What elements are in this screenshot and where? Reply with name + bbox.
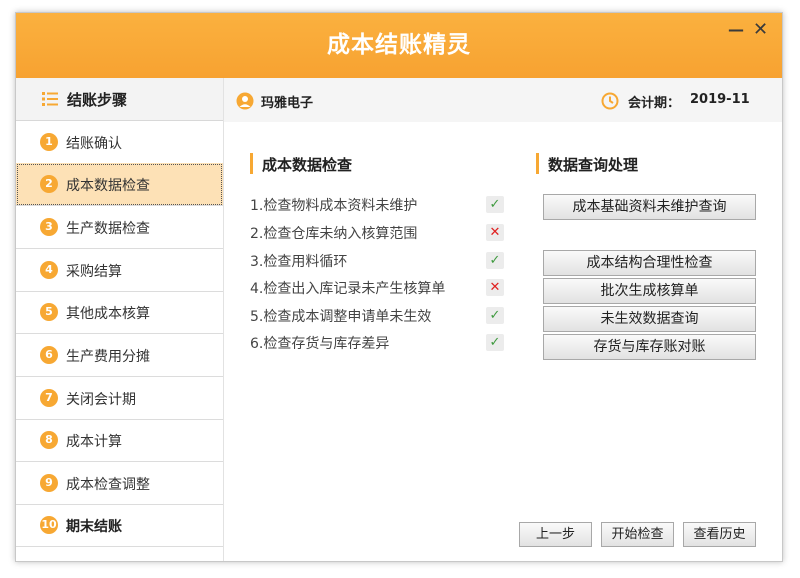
check-ok-icon: ✓	[486, 334, 504, 351]
step-item-2[interactable]: 2 成本数据检查	[16, 163, 223, 206]
structure-check-button[interactable]: 成本结构合理性检查	[543, 250, 756, 276]
step-number: 7	[40, 389, 58, 407]
step-label: 成本检查调整	[66, 477, 150, 493]
step-number: 2	[40, 175, 58, 193]
period-label: 会计期：	[628, 96, 681, 111]
check-item-1: 1.检查物料成本资料未维护 ✓	[250, 195, 506, 215]
check-label: 4.检查出入库记录未产生核算单	[250, 281, 446, 297]
step-label: 成本计算	[66, 434, 122, 450]
step-item-4[interactable]: 4 采购结算	[16, 249, 223, 292]
check-item-3: 3.检查用料循环 ✓	[250, 251, 506, 271]
check-item-5: 5.检查成本调整申请单未生效 ✓	[250, 306, 506, 326]
step-label: 成本数据检查	[66, 178, 150, 194]
step-label: 期末结账	[66, 519, 122, 535]
step-item-3[interactable]: 3 生产数据检查	[16, 206, 223, 249]
check-item-2: 2.检查仓库未纳入核算范围 ✕	[250, 223, 506, 243]
step-number: 5	[40, 303, 58, 321]
step-label: 结账确认	[66, 136, 122, 152]
step-number: 4	[40, 261, 58, 279]
section-marker	[536, 153, 539, 174]
step-number: 3	[40, 218, 58, 236]
check-item-4: 4.检查出入库记录未产生核算单 ✕	[250, 278, 506, 298]
step-item-6[interactable]: 6 生产费用分摊	[16, 334, 223, 377]
step-item-1[interactable]: 1 结账确认	[16, 121, 223, 164]
title-bar: 成本结账精灵 — ✕	[16, 13, 782, 78]
clock-icon	[601, 92, 619, 110]
step-number: 9	[40, 474, 58, 492]
step-label: 采购结算	[66, 264, 122, 280]
info-bar: 玛雅电子 会计期： 2019-11	[224, 78, 782, 122]
step-label: 关闭会计期	[66, 392, 136, 408]
check-item-6: 6.检查存货与库存差异 ✓	[250, 333, 506, 353]
inventory-reconcile-button[interactable]: 存货与库存账对账	[543, 334, 756, 360]
view-history-button[interactable]: 查看历史	[683, 522, 756, 547]
close-icon[interactable]: ✕	[753, 21, 768, 39]
unapproved-query-button[interactable]: 未生效数据查询	[543, 306, 756, 332]
queries-title: 数据查询处理	[548, 156, 639, 174]
minimize-icon[interactable]: —	[728, 21, 744, 39]
checks-title: 成本数据检查	[262, 156, 353, 174]
step-item-10[interactable]: 10 期末结账	[16, 504, 223, 547]
check-label: 6.检查存货与库存差异	[250, 336, 390, 352]
steps-sidebar: 结账步骤 1 结账确认 2 成本数据检查 3 生产数据检查 4 采购结算 5 其…	[16, 78, 224, 561]
check-error-icon: ✕	[486, 224, 504, 241]
step-item-9[interactable]: 9 成本检查调整	[16, 462, 223, 505]
user-icon	[236, 92, 254, 110]
step-number: 1	[40, 133, 58, 151]
check-label: 3.检查用料循环	[250, 254, 348, 270]
step-item-5[interactable]: 5 其他成本核算	[16, 291, 223, 334]
step-number: 8	[40, 431, 58, 449]
step-label: 生产数据检查	[66, 221, 150, 237]
batch-generate-button[interactable]: 批次生成核算单	[543, 278, 756, 304]
list-icon	[42, 92, 58, 106]
check-label: 5.检查成本调整申请单未生效	[250, 309, 432, 325]
check-label: 2.检查仓库未纳入核算范围	[250, 226, 418, 242]
main-panel: 成本数据检查 1.检查物料成本资料未维护 ✓ 2.检查仓库未纳入核算范围 ✕ 3…	[224, 122, 782, 561]
step-label: 生产费用分摊	[66, 349, 150, 365]
period-value: 2019-11	[690, 92, 750, 107]
step-number: 6	[40, 346, 58, 364]
check-error-icon: ✕	[486, 279, 504, 296]
check-ok-icon: ✓	[486, 252, 504, 269]
check-label: 1.检查物料成本资料未维护	[250, 198, 418, 214]
company-name: 玛雅电子	[261, 96, 314, 111]
previous-step-button[interactable]: 上一步	[519, 522, 592, 547]
check-ok-icon: ✓	[486, 196, 504, 213]
sidebar-title: 结账步骤	[67, 91, 128, 109]
check-ok-icon: ✓	[486, 307, 504, 324]
step-number: 10	[40, 516, 58, 534]
step-item-7[interactable]: 7 关闭会计期	[16, 377, 223, 420]
start-check-button[interactable]: 开始检查	[601, 522, 674, 547]
basic-data-query-button[interactable]: 成本基础资料未维护查询	[543, 194, 756, 220]
sidebar-header: 结账步骤	[16, 78, 223, 121]
section-marker	[250, 153, 253, 174]
window-title: 成本结账精灵	[327, 32, 471, 58]
step-item-8[interactable]: 8 成本计算	[16, 419, 223, 462]
step-label: 其他成本核算	[66, 306, 150, 322]
checkout-wizard-window: 成本结账精灵 — ✕ 结账步骤 1 结账确认 2 成本数据检查 3 生产数据检查…	[15, 12, 783, 562]
